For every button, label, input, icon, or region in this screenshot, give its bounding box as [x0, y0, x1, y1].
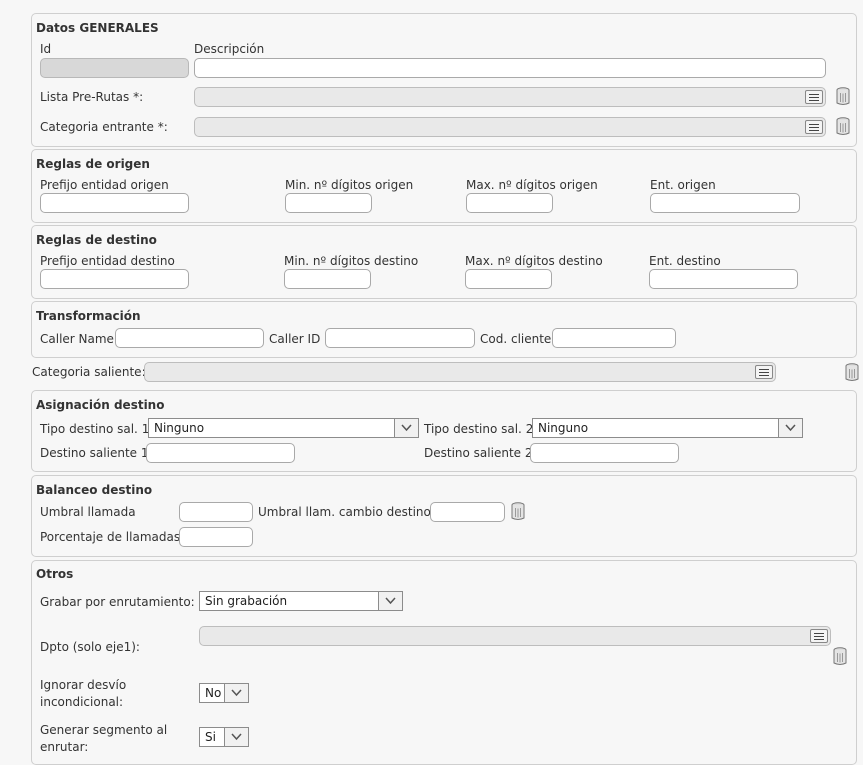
grabar-enrutamiento-label: Grabar por enrutamiento:	[40, 595, 195, 609]
destino-saliente-2-label: Destino saliente 2	[424, 446, 533, 460]
ignorar-desvio-select[interactable]: No	[199, 683, 249, 703]
prefijo-origen-input[interactable]	[40, 193, 189, 213]
ent-destino-input[interactable]	[649, 269, 798, 289]
ent-destino-label: Ent. destino	[649, 254, 721, 268]
trash-icon[interactable]	[836, 87, 850, 106]
cod-cliente-label: Cod. cliente	[480, 332, 552, 346]
grabar-enrutamiento-select[interactable]: Sin grabación	[199, 591, 403, 611]
porcentaje-llamadas-label: Porcentaje de llamadas	[40, 530, 181, 544]
categoria-entrante-field[interactable]	[194, 117, 826, 137]
caller-name-input[interactable]	[115, 328, 264, 348]
id-input	[40, 58, 189, 78]
prefijo-destino-label: Prefijo entidad destino	[40, 254, 175, 268]
generar-segmento-label-line2: enrutar:	[40, 740, 89, 754]
trash-icon[interactable]	[833, 647, 847, 666]
cod-cliente-input[interactable]	[552, 328, 676, 348]
tipo-destino-2-label: Tipo destino sal. 2	[424, 422, 534, 436]
caller-name-label: Caller Name	[40, 332, 114, 346]
chevron-down-icon	[785, 424, 796, 432]
tipo-destino-1-label: Tipo destino sal. 1	[40, 422, 150, 436]
tipo-destino-2-select[interactable]: Ninguno	[532, 418, 803, 438]
otros-legend: Otros	[36, 567, 74, 581]
destino-saliente-1-input[interactable]	[146, 443, 295, 463]
min-digitos-destino-input[interactable]	[284, 269, 371, 289]
chevron-down-icon	[231, 689, 242, 697]
max-digitos-destino-input[interactable]	[465, 269, 552, 289]
ent-origen-input[interactable]	[650, 193, 800, 213]
chevron-down-icon	[401, 424, 412, 432]
caller-id-input[interactable]	[325, 328, 475, 348]
categoria-entrante-label: Categoria entrante *:	[40, 120, 168, 134]
umbral-cambio-destino-label: Umbral llam. cambio destino:	[258, 505, 435, 519]
trash-icon[interactable]	[845, 363, 859, 382]
asignacion-destino-legend: Asignación destino	[36, 398, 165, 412]
categoria-saliente-field[interactable]	[144, 362, 776, 382]
max-digitos-origen-input[interactable]	[466, 193, 553, 213]
list-icon[interactable]	[810, 629, 828, 643]
umbral-llamada-input[interactable]	[179, 502, 253, 522]
reglas-destino-legend: Reglas de destino	[36, 233, 157, 247]
tipo-destino-1-select[interactable]: Ninguno	[148, 418, 419, 438]
trash-icon[interactable]	[511, 502, 525, 521]
min-digitos-origen-label: Min. nº dígitos origen	[285, 178, 414, 192]
lista-pre-rutas-field[interactable]	[194, 87, 826, 107]
tipo-destino-2-value: Ninguno	[538, 421, 589, 435]
lista-pre-rutas-label: Lista Pre-Rutas *:	[40, 90, 144, 104]
destino-saliente-2-input[interactable]	[530, 443, 679, 463]
id-label: Id	[40, 42, 52, 56]
porcentaje-llamadas-input[interactable]	[179, 527, 253, 547]
list-icon[interactable]	[755, 365, 773, 379]
grabar-enrutamiento-value: Sin grabación	[205, 594, 288, 608]
generar-segmento-select[interactable]: Si	[199, 727, 249, 747]
list-icon[interactable]	[805, 90, 823, 104]
descripcion-label: Descripción	[194, 42, 265, 56]
ignorar-desvio-value: No	[205, 686, 222, 700]
ent-origen-label: Ent. origen	[650, 178, 716, 192]
destino-saliente-1-label: Destino saliente 1	[40, 446, 149, 460]
max-digitos-destino-label: Max. nº dígitos destino	[465, 254, 603, 268]
chevron-down-icon	[385, 597, 396, 605]
min-digitos-destino-label: Min. nº dígitos destino	[284, 254, 419, 268]
generar-segmento-label-line1: Generar segmento al	[40, 723, 168, 737]
descripcion-input[interactable]	[194, 58, 826, 78]
balanceo-destino-legend: Balanceo destino	[36, 483, 153, 497]
umbral-cambio-destino-input[interactable]	[430, 502, 505, 522]
chevron-down-icon	[231, 733, 242, 741]
dpto-field[interactable]	[199, 626, 831, 646]
reglas-origen-legend: Reglas de origen	[36, 157, 150, 171]
caller-id-label: Caller ID	[269, 332, 321, 346]
umbral-llamada-label: Umbral llamada	[40, 505, 136, 519]
categoria-saliente-label: Categoria saliente:	[32, 365, 146, 379]
ignorar-desvio-label-line2: incondicional:	[40, 695, 124, 709]
prefijo-destino-input[interactable]	[40, 269, 189, 289]
generar-segmento-value: Si	[205, 730, 216, 744]
tipo-destino-1-value: Ninguno	[154, 421, 205, 435]
min-digitos-origen-input[interactable]	[285, 193, 372, 213]
dpto-label: Dpto (solo eje1):	[40, 640, 140, 654]
ignorar-desvio-label-line1: Ignorar desvío	[40, 678, 127, 692]
max-digitos-origen-label: Max. nº dígitos origen	[466, 178, 598, 192]
list-icon[interactable]	[805, 120, 823, 134]
trash-icon[interactable]	[836, 117, 850, 136]
prefijo-origen-label: Prefijo entidad origen	[40, 178, 169, 192]
transformacion-legend: Transformación	[36, 309, 141, 323]
datos-generales-legend: Datos GENERALES	[36, 21, 159, 35]
